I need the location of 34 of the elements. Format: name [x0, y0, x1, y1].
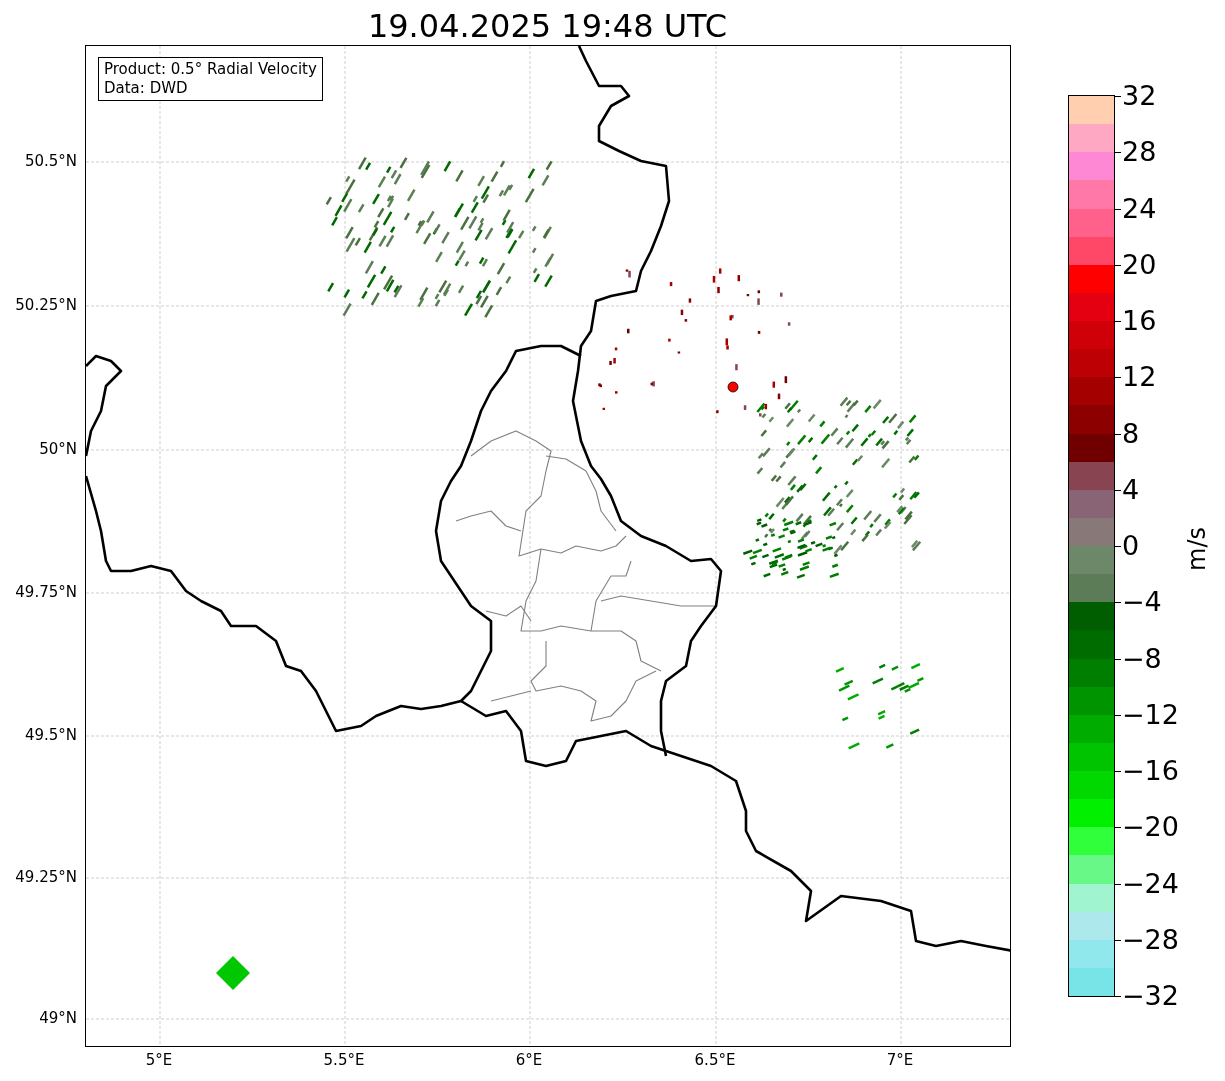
- colorbar-tick-label: 8: [1122, 417, 1140, 450]
- longitude-label: 6.5°E: [693, 1051, 737, 1069]
- colorbar-tick-label: −16: [1122, 755, 1179, 787]
- colorbar-tick-label: 0: [1122, 530, 1140, 562]
- colorbar-tick-label: 20: [1122, 248, 1157, 281]
- colorbar-label: m/s: [1183, 527, 1211, 571]
- longitude-label: 5.5°E: [322, 1051, 366, 1069]
- latitude-label: 49.25°N: [15, 868, 77, 886]
- longitude-label: 6°E: [514, 1051, 544, 1069]
- colorbar-tick-label: −24: [1122, 867, 1179, 900]
- latitude-label: 50.5°N: [24, 152, 77, 170]
- colorbar-tick-label: 16: [1122, 305, 1157, 337]
- colorbar-tick-label: −8: [1122, 642, 1162, 675]
- chart-title: 19.04.2025 19:48 UTC: [366, 6, 729, 46]
- colorbar-tick-label: 4: [1122, 473, 1140, 506]
- longitude-label: 7°E: [885, 1051, 915, 1069]
- colorbar-tick-label: −32: [1122, 980, 1179, 1012]
- latitude-label: 50°N: [39, 440, 77, 458]
- colorbar-tick-label: −28: [1122, 923, 1179, 956]
- latitude-label: 49.5°N: [24, 726, 77, 744]
- colorbar-tick-label: 24: [1122, 192, 1157, 225]
- longitude-label: 5°E: [144, 1051, 174, 1069]
- colorbar-tick-label: −4: [1122, 586, 1162, 619]
- colorbar-tick-label: 28: [1122, 136, 1157, 169]
- colorbar-tick-label: 12: [1122, 361, 1157, 394]
- colorbar-tick-label: 32: [1122, 80, 1157, 112]
- radar-site-marker: [727, 381, 739, 393]
- legend-text: Data: DWD: [104, 79, 189, 98]
- latitude-label: 50.25°N: [15, 296, 77, 314]
- legend-text: Product: 0.5° Radial Velocity: [104, 60, 317, 79]
- colorbar-tick-label: −12: [1122, 698, 1179, 731]
- latitude-label: 49.75°N: [15, 583, 77, 601]
- latitude-label: 49°N: [39, 1009, 77, 1027]
- colorbar-tick-label: −20: [1122, 811, 1179, 844]
